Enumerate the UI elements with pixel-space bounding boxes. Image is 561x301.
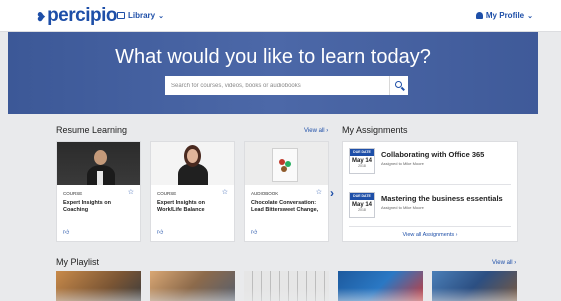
my-playlist-heading: My Playlist <box>56 257 100 267</box>
due-date-label: DUE DATE <box>350 193 374 200</box>
search-input[interactable] <box>165 76 389 95</box>
library-label: Library <box>128 11 156 20</box>
top-navigation-bar: ❥ percipio Library ⌄ My Profile ⌄ <box>0 0 561 32</box>
course-title: Expert Insights on Work/Life Balance <box>157 200 205 213</box>
assignment-item[interactable]: DUE DATE May 14 2018 Collaborating with … <box>343 142 517 182</box>
course-card[interactable]: COURSE ☆ Expert Insights on Coaching 👍︎ <box>56 141 141 242</box>
bottom-fade-overlay <box>0 288 561 301</box>
due-date-year: 2018 <box>358 208 366 212</box>
audiobook-cover <box>245 142 328 185</box>
assigned-by-text: Assigned to Mike Moore <box>381 161 424 166</box>
search-button[interactable] <box>389 76 408 95</box>
star-icon[interactable]: ☆ <box>316 188 322 196</box>
carousel-next-chevron-icon[interactable]: › <box>330 186 334 200</box>
audiobook-card[interactable]: AUDIOBOOK ☆ Chocolate Conversation: Lead… <box>244 141 329 242</box>
library-menu-button[interactable]: Library ⌄ <box>117 11 164 20</box>
chevron-down-icon: ⌄ <box>158 12 164 20</box>
course-thumbnail <box>151 142 234 185</box>
audiobook-title: Chocolate Conversation: Lead Bittersweet… <box>251 200 319 213</box>
due-date-year: 2018 <box>358 164 366 168</box>
logo-mark-icon: ❥ <box>36 10 47 24</box>
content-type-label: AUDIOBOOK <box>251 191 279 196</box>
assignment-title[interactable]: Mastering the business essentials <box>381 194 503 203</box>
resume-learning-heading: Resume Learning <box>56 125 128 135</box>
person-icon <box>475 12 483 19</box>
playlist-view-all-link[interactable]: View all › <box>492 260 516 266</box>
search-icon <box>394 81 402 88</box>
content-type-label: COURSE <box>63 191 83 196</box>
calendar-icon: DUE DATE May 14 2018 <box>349 192 375 218</box>
course-card[interactable]: COURSE ☆ Expert Insights on Work/Life Ba… <box>150 141 235 242</box>
chevron-down-icon: ⌄ <box>527 12 533 20</box>
assignments-panel: DUE DATE May 14 2018 Collaborating with … <box>342 141 518 242</box>
search-bar <box>165 76 408 95</box>
course-thumbnail <box>57 142 140 185</box>
library-icon <box>117 12 125 19</box>
divider <box>349 226 511 227</box>
logo-text: percipio <box>47 5 117 26</box>
star-icon[interactable]: ☆ <box>128 188 134 196</box>
course-title: Expert Insights on Coaching <box>63 200 111 213</box>
my-profile-label: My Profile <box>485 11 525 20</box>
hero-title: What would you like to learn today? <box>115 46 431 68</box>
assigned-by-text: Assigned to Mike Moore <box>381 205 424 210</box>
assignment-item[interactable]: DUE DATE May 14 2018 Mastering the busin… <box>343 186 517 226</box>
my-assignments-heading: My Assignments <box>342 125 408 135</box>
star-icon[interactable]: ☆ <box>222 188 228 196</box>
thumbs-up-icon[interactable]: 👍︎ <box>251 228 257 236</box>
thumbs-up-icon[interactable]: 👍︎ <box>63 228 69 236</box>
divider <box>349 184 511 185</box>
percipio-logo[interactable]: ❥ percipio <box>36 5 117 27</box>
calendar-icon: DUE DATE May 14 2018 <box>349 148 375 174</box>
due-date-label: DUE DATE <box>350 149 374 156</box>
content-type-label: COURSE <box>157 191 177 196</box>
my-profile-menu-button[interactable]: My Profile ⌄ <box>475 11 533 20</box>
view-all-assignments-link[interactable]: View all Assignments › <box>343 232 517 238</box>
assignment-title[interactable]: Collaborating with Office 365 <box>381 150 484 159</box>
resume-view-all-link[interactable]: View all › <box>304 128 328 134</box>
hero-banner: What would you like to learn today? <box>8 32 538 114</box>
thumbs-up-icon[interactable]: 👍︎ <box>157 228 163 236</box>
